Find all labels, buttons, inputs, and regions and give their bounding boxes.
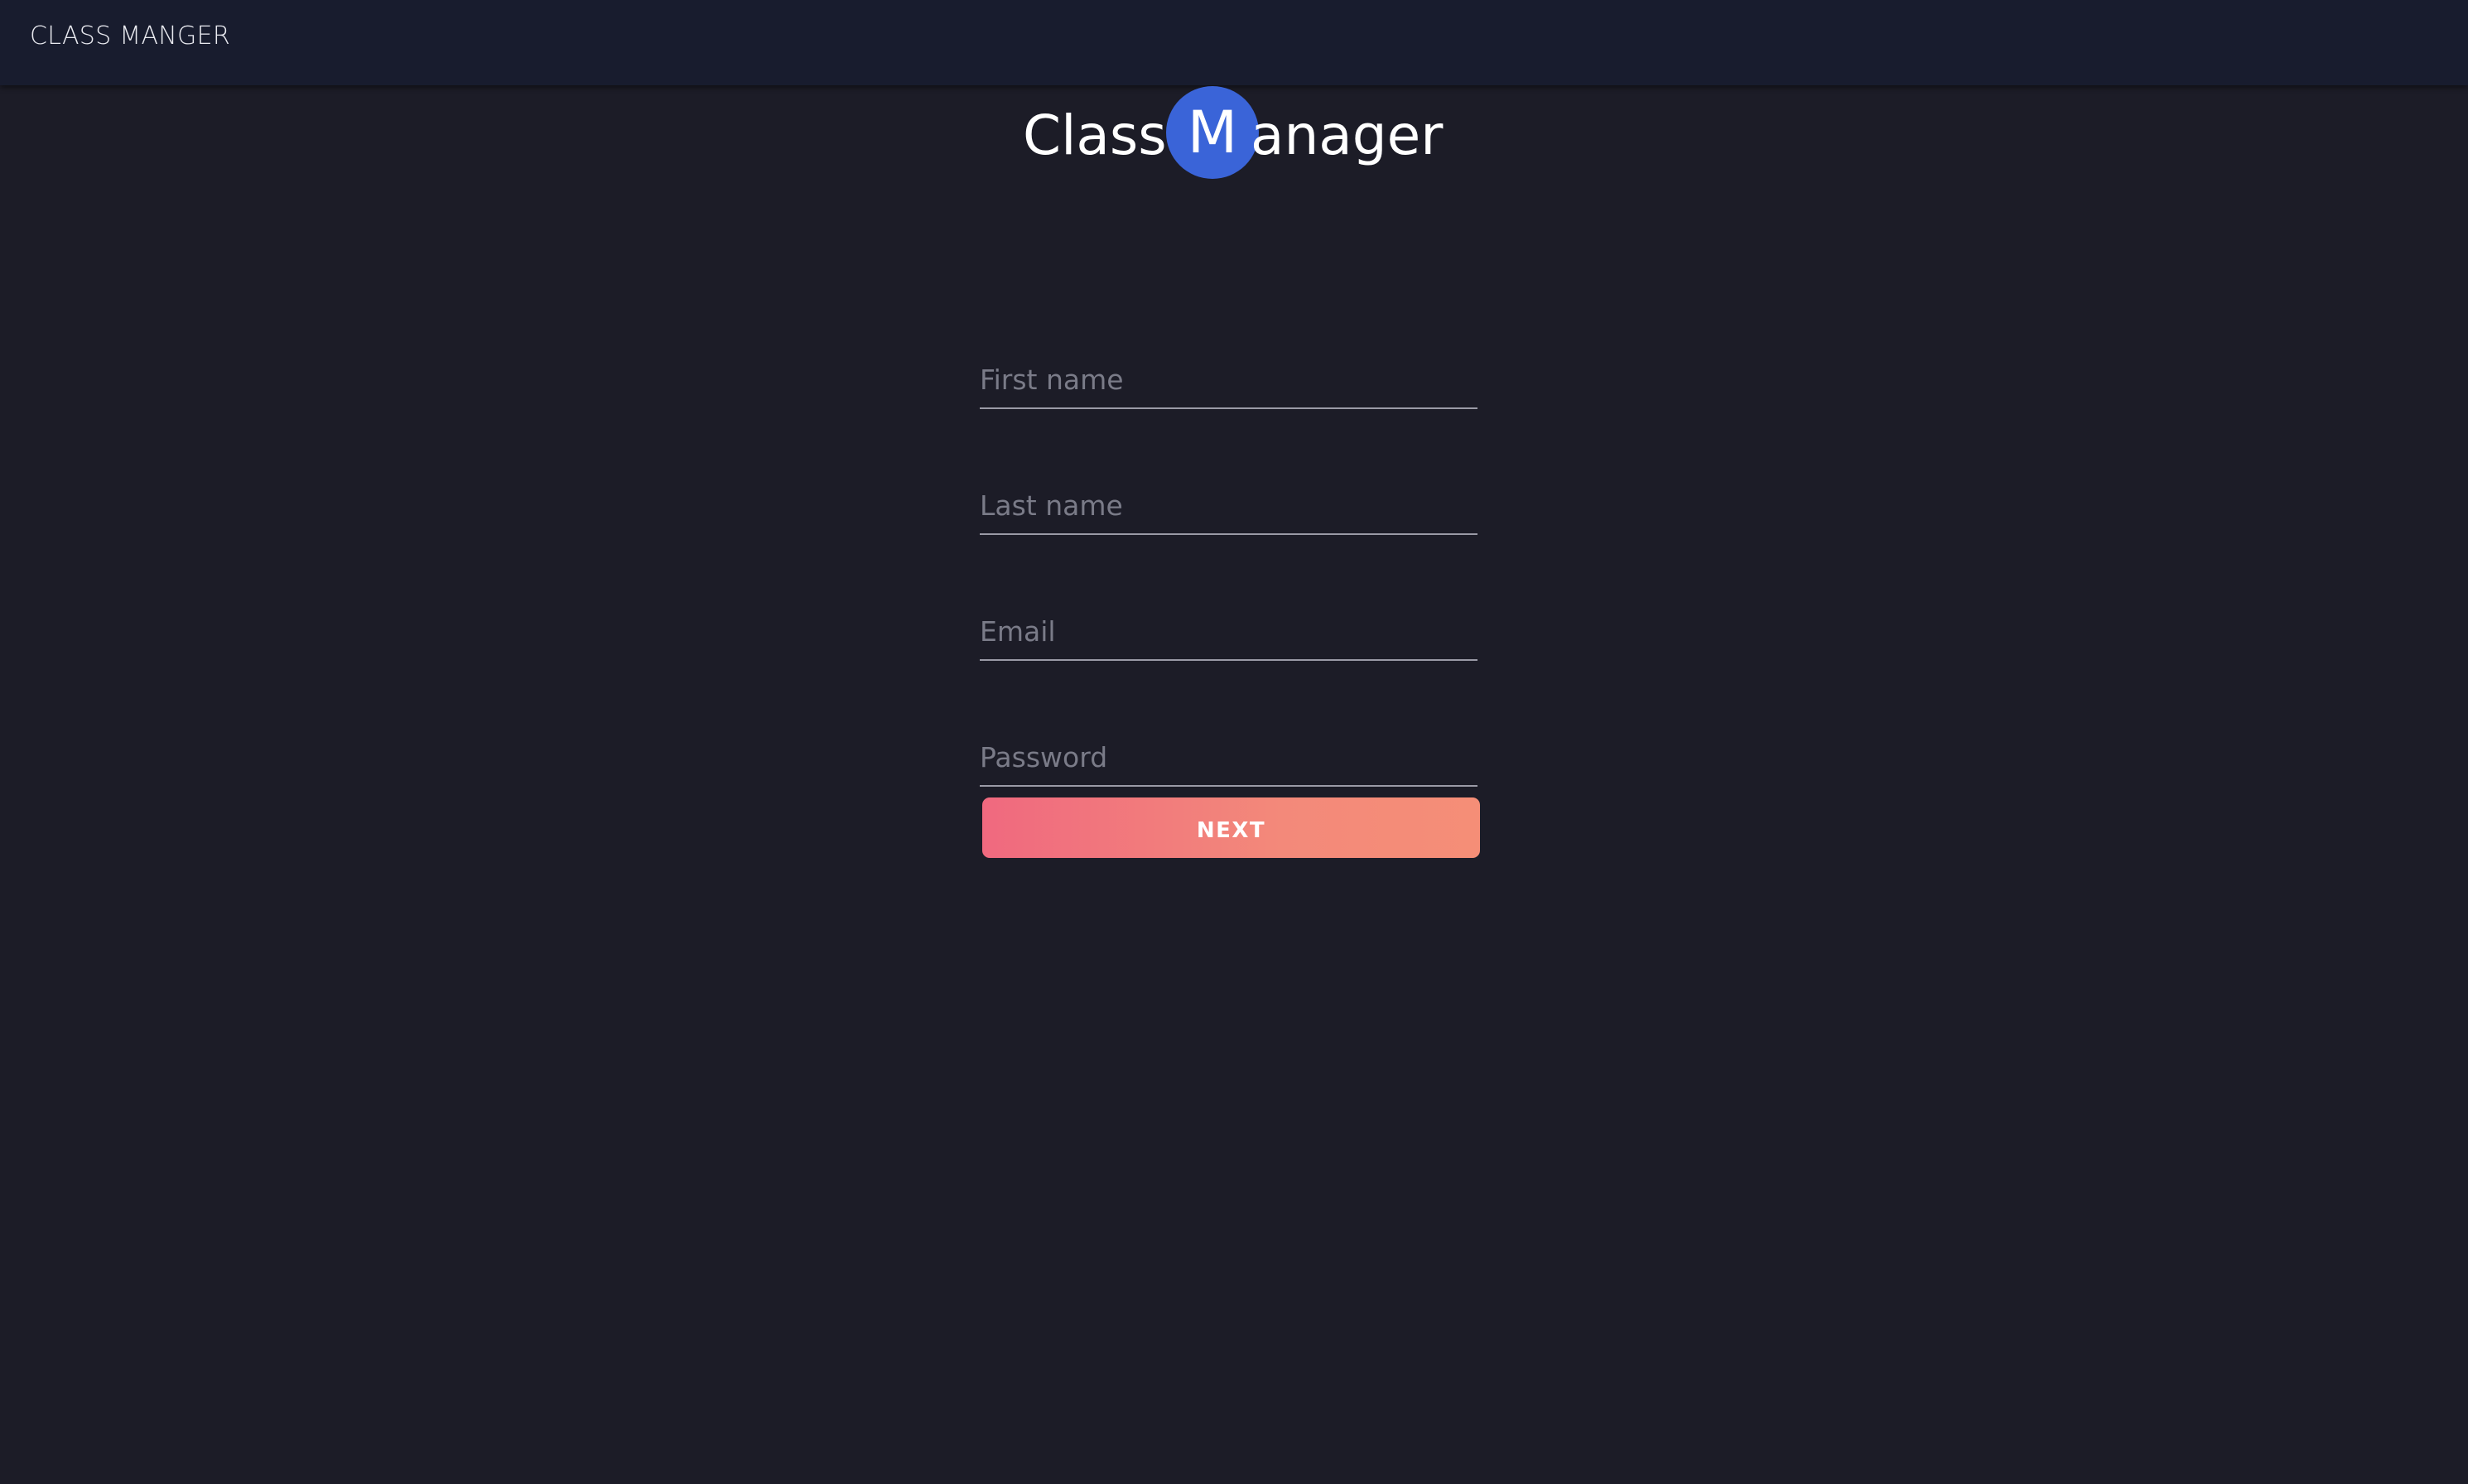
class-manager-logo: Class M anager — [1023, 86, 1453, 179]
password-field-wrapper — [980, 709, 1477, 787]
first-name-field-wrapper — [980, 331, 1477, 409]
password-input[interactable] — [980, 741, 1477, 773]
next-button[interactable]: NEXT — [982, 797, 1480, 858]
logo-text-anager: anager — [1251, 104, 1444, 167]
last-name-field-wrapper — [980, 457, 1477, 535]
signup-form: NEXT — [980, 331, 1480, 858]
logo-circle-m: M — [1166, 86, 1259, 179]
email-field-wrapper — [980, 583, 1477, 661]
first-name-input[interactable] — [980, 364, 1477, 396]
last-name-input[interactable] — [980, 489, 1477, 522]
logo-text-class: Class — [1023, 104, 1167, 167]
app-brand-title[interactable]: CLASS MANGER — [30, 22, 230, 51]
email-input[interactable] — [980, 615, 1477, 648]
top-app-bar: CLASS MANGER — [0, 0, 2468, 85]
